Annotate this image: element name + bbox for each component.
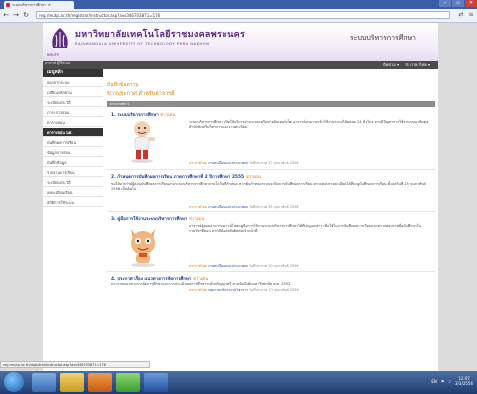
sidebar-item[interactable]: ตารางสอน นศ. — [43, 128, 103, 137]
address-bar[interactable]: reg.rmutp.ac.th/registrar/instructor.asp… — [36, 11, 450, 19]
sidebar-item[interactable]: ข้อมูลการสอน — [43, 148, 103, 157]
news-divider — [107, 169, 435, 170]
browser-tab-strip: ระบบบริหารการศึกษา ✕ – ▫ ✕ — [0, 0, 477, 9]
news-divider — [107, 271, 435, 272]
news-body: อาจารย์ผู้สอนสามารถดาวน์โหลดคู่มือการใช้… — [189, 224, 421, 233]
hot-badge: ข่าวเด่น — [160, 113, 176, 118]
news-author-link[interactable]: งานทะเบียนและประมวลผล — [208, 264, 248, 268]
start-button[interactable] — [4, 372, 24, 392]
status-bar: reg.rmutp.ac.th/registrar/instructor.asp… — [0, 361, 150, 368]
top-nav: ติดตาม ▾ ☰ ภาษาไทย ▾ — [383, 62, 430, 68]
flag-icon[interactable]: ⚑ — [441, 379, 445, 384]
sidebar-heading: เมนูหลัก — [43, 69, 103, 77]
university-abbreviation: RMUTP — [47, 53, 59, 57]
reload-icon[interactable]: ↻ — [22, 11, 30, 19]
page-title: ข่าวประกาศ สำหรับอาจารย์ — [107, 91, 175, 97]
taskbar-ie-icon[interactable] — [32, 373, 56, 392]
taskbar-chrome-icon[interactable] — [116, 373, 140, 392]
sidebar-item[interactable]: ลงทะเบียนเรียน — [43, 188, 103, 197]
main-content: บันทึกข้อความ ข่าวประกาศ สำหรับอาจารย์ ป… — [107, 69, 435, 371]
university-name-thai: มหาวิทยาลัยเทคโนโลยีราชมงคลพระนคร — [75, 30, 246, 40]
sidebar-item[interactable]: ระเบียนประวัติ — [43, 98, 103, 107]
mascot-thumbs-up-image — [131, 121, 155, 163]
news-title-link[interactable]: 4. ประกาศ เรื่อง แนวทางการจัดการศึกษา ข่… — [111, 275, 208, 282]
window-controls: – ▫ ✕ — [438, 0, 477, 9]
news-author-link[interactable]: งานทะเบียนและประมวลผล — [208, 205, 248, 209]
menu-icon[interactable]: ≡ — [467, 11, 475, 19]
language-indicator[interactable]: EN — [431, 379, 437, 384]
news-meta: ประกาศโดย กลุ่มงานบริหารงานวิชาการ วันที… — [189, 288, 299, 292]
forward-arrow-icon[interactable]: → — [12, 11, 20, 19]
news-body: ขอให้อาจารย์ผู้สอนบันทึกผลการเรียนผ่านระ… — [111, 182, 427, 191]
news-meta: ประกาศโดย งานทะเบียนและประมวลผล วันที่ปร… — [189, 264, 299, 268]
sidebar-item[interactable]: บันทึกผลการเรียน — [43, 138, 103, 147]
page-viewport: มหาวิทยาลัยเทคโนโลยีราชมงคลพระนคร RAJAMA… — [0, 23, 477, 371]
address-bar-url: reg.rmutp.ac.th/registrar/instructor.asp… — [39, 12, 161, 18]
site-favicon-icon — [6, 3, 10, 7]
news-author-link[interactable]: งานทะเบียนและประมวลผล — [208, 161, 248, 165]
browser-toolbar: ← → ↻ reg.rmutp.ac.th/registrar/instruct… — [0, 9, 477, 23]
system-tray: EN ⚑ ♪ 12:07 3/3/2556 — [431, 376, 473, 386]
sidebar-item[interactable]: ออกจากระบบ — [43, 78, 103, 87]
top-nav-follow[interactable]: ติดตาม ▾ — [383, 62, 399, 68]
user-info-line: อาจารย์ ผู้ใช้ระบบ — [45, 61, 71, 65]
breadcrumb: บันทึกข้อความ — [107, 82, 139, 88]
news-meta: ประกาศโดย งานทะเบียนและประมวลผล วันที่ปร… — [189, 161, 299, 165]
toolbar-actions: ⇄ ≡ — [457, 11, 475, 19]
sidebar: เมนูหลัก ออกจากระบบ เปลี่ยนรหัสผ่าน ระเบีย… — [43, 69, 103, 371]
maximize-button[interactable]: ▫ — [452, 0, 464, 7]
news-author-link[interactable]: กลุ่มงานบริหารงานวิชาการ — [208, 288, 248, 292]
news-title-link[interactable]: 3. คู่มือการใช้งานระบบบริหารการศึกษา ข่า… — [111, 215, 204, 222]
sidebar-item[interactable]: สถิติการใช้ระบบ — [43, 198, 103, 207]
tab-close-icon[interactable]: ✕ — [48, 3, 51, 7]
site-top-bar: อาจารย์ ผู้ใช้ระบบ ติดตาม ▾ ☰ ภาษาไทย ▾ — [43, 61, 438, 69]
university-logo — [52, 28, 68, 48]
university-name-english: RAJAMANGALA UNIVERSITY OF TECHNOLOGY PHR… — [75, 42, 210, 46]
browser-tab[interactable]: ระบบบริหารการศึกษา ✕ — [4, 1, 74, 9]
volume-icon[interactable]: ♪ — [448, 379, 451, 384]
taskbar-word-icon[interactable] — [144, 373, 168, 392]
language-selector[interactable]: ☰ ภาษาไทย ▾ — [405, 62, 430, 68]
news-title-link[interactable]: 1. ระบบบริหารการศึกษา ข่าวเด่น — [111, 111, 176, 118]
site-banner: มหาวิทยาลัยเทคโนโลยีราชมงคลพระนคร RAJAMA… — [43, 23, 438, 61]
hot-badge: ข่าวเด่น — [188, 217, 205, 222]
translate-icon[interactable]: ⇄ — [457, 11, 465, 19]
browser-tab-title: ระบบบริหารการศึกษา — [12, 3, 46, 7]
site-container: มหาวิทยาลัยเทคโนโลยีราชมงคลพระนคร RAJAMA… — [43, 23, 438, 371]
minimize-button[interactable]: – — [439, 0, 451, 7]
cartoon-character-image — [131, 229, 155, 267]
sidebar-item[interactable]: ภาระการสอน — [43, 108, 103, 117]
back-arrow-icon[interactable]: ← — [2, 11, 10, 19]
news-title-link[interactable]: 2. กำหนดการบันทึกผลการเรียน ภาคการศึกษาท… — [111, 173, 261, 180]
close-window-button[interactable]: ✕ — [465, 0, 477, 7]
news-body: ระบบบริหารการศึกษา เปิดให้บริการผ่านระบบ… — [189, 120, 429, 129]
clock[interactable]: 12:07 3/3/2556 — [455, 376, 473, 386]
sidebar-item[interactable]: ตารางสอน — [43, 118, 103, 127]
sidebar-item[interactable]: ระเบียนประวัติ — [43, 178, 103, 187]
taskbar-folder-icon[interactable] — [60, 373, 84, 392]
system-title: ระบบบริหารการศึกษา — [349, 34, 416, 42]
news-body: ประกาศแนวทางการจัดการศึกษาและการประเมินผ… — [111, 282, 291, 286]
taskbar: EN ⚑ ♪ 12:07 3/3/2556 — [0, 371, 477, 394]
sidebar-item[interactable]: เปลี่ยนรหัสผ่าน — [43, 88, 103, 97]
news-divider — [107, 211, 435, 212]
clock-date: 3/3/2556 — [455, 381, 473, 386]
sidebar-item[interactable]: รายงานการเรียน — [43, 168, 103, 177]
news-meta: ประกาศโดย งานทะเบียนและประมวลผล วันที่ปร… — [189, 205, 299, 209]
user-info: อาจารย์ ผู้ใช้ระบบ — [45, 61, 71, 65]
sidebar-item[interactable]: บันทึกข้อมูล — [43, 158, 103, 167]
hot-badge: ข่าวเด่น — [245, 175, 261, 180]
news-section-header: ประกาศข่าว — [107, 101, 435, 107]
taskbar-media-icon[interactable] — [88, 373, 112, 392]
